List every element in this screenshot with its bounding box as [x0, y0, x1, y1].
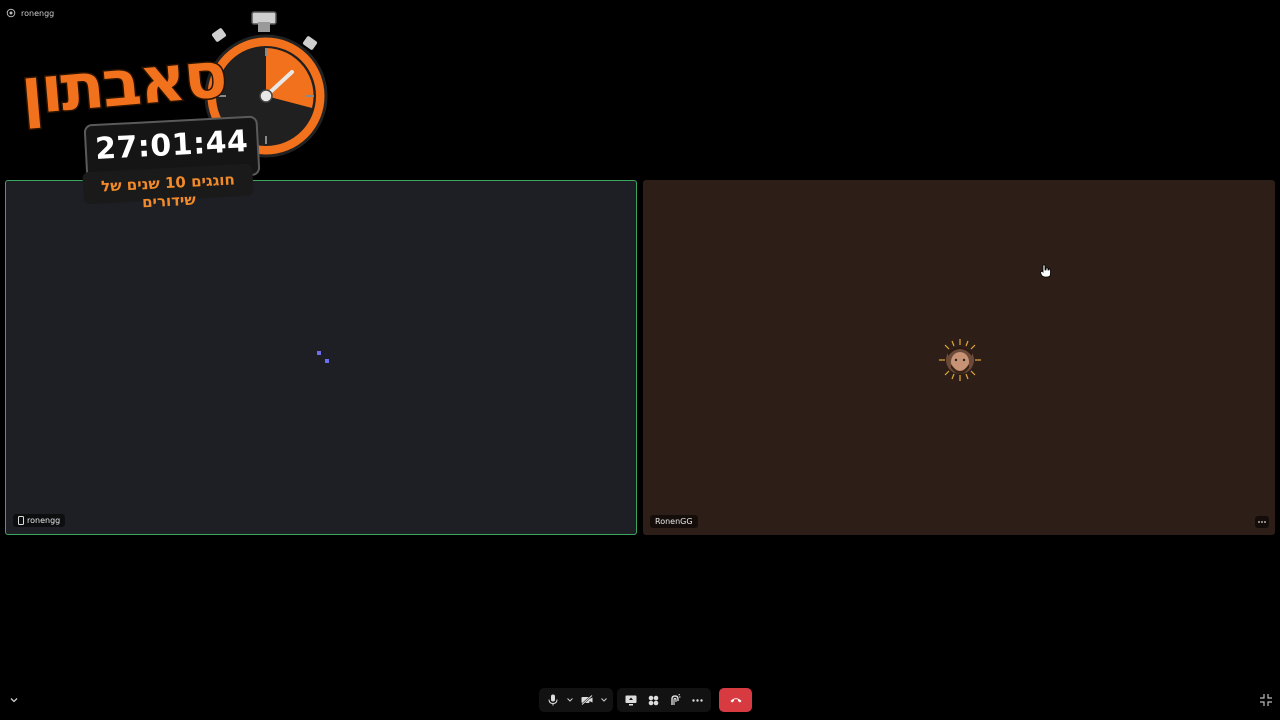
chevron-down-icon — [567, 698, 573, 702]
call-controls-toolbar — [539, 688, 752, 712]
screen-share-button[interactable] — [621, 690, 641, 710]
more-horizontal-icon[interactable] — [1255, 516, 1269, 528]
participant-name-tag: ronengg — [13, 514, 66, 527]
mobile-phone-icon — [18, 516, 24, 525]
hand-cursor-icon — [1040, 264, 1051, 278]
video-tile-RonenGG[interactable]: RonenGG — [643, 180, 1275, 535]
timer-value: 27:01:44 — [94, 124, 250, 167]
screen-share-icon — [625, 695, 637, 705]
more-button[interactable] — [687, 690, 707, 710]
exit-fullscreen-icon[interactable] — [1259, 693, 1273, 707]
camera-options-button[interactable] — [599, 690, 609, 710]
activities-icon — [648, 695, 658, 705]
avatar — [939, 339, 981, 381]
participant-name: ronengg — [27, 516, 61, 525]
camera-off-icon — [581, 695, 593, 705]
hang-up-icon — [730, 698, 741, 703]
microphone-options-button[interactable] — [565, 690, 575, 710]
subathon-overlay: סאבתון 27:01:44 חוגגים 10 שנים של שידורי… — [10, 8, 330, 211]
participant-name-tag: RonenGG — [650, 515, 698, 528]
activities-button[interactable] — [643, 690, 663, 710]
actions-group — [617, 688, 711, 712]
microphone-button[interactable] — [543, 690, 563, 710]
more-icon — [691, 698, 703, 702]
soundboard-button[interactable] — [665, 690, 685, 710]
chevron-down-icon — [601, 698, 607, 702]
soundboard-icon — [671, 694, 681, 705]
microphone-icon — [548, 694, 558, 706]
audio-video-group — [539, 688, 613, 712]
chevron-down-icon[interactable] — [8, 694, 20, 706]
camera-button[interactable] — [577, 690, 597, 710]
disconnect-button[interactable] — [719, 688, 752, 712]
participant-name: RonenGG — [655, 517, 693, 526]
loading-spinner-icon — [317, 351, 329, 363]
video-tile-ronengg[interactable]: ronengg — [5, 180, 637, 535]
